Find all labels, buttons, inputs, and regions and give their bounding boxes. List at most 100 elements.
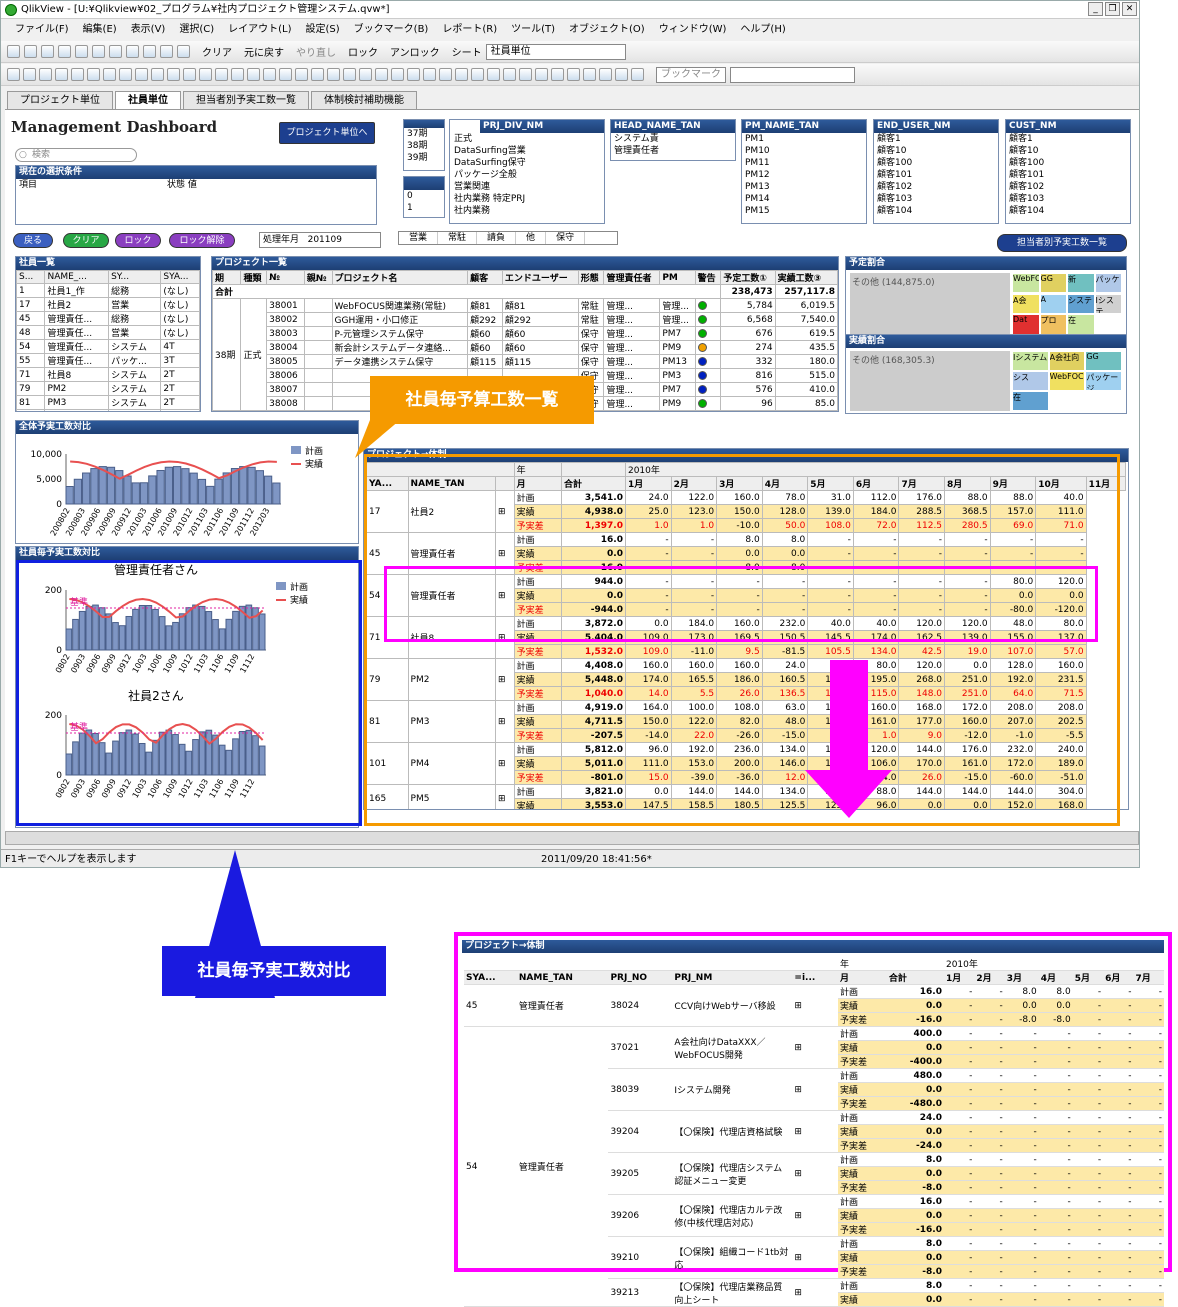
toolbar-icon[interactable] xyxy=(327,68,340,81)
clear-button[interactable]: クリア xyxy=(202,44,232,59)
staff-header-cell[interactable]: NAME_... xyxy=(44,270,110,284)
menu-item[interactable]: 選択(C) xyxy=(179,20,214,40)
toolbar-icon[interactable] xyxy=(119,68,132,81)
pm-name-listbox[interactable]: PM_NAME_TAN PM1 PM10 PM11 PM12 PM13 PM14 PM15 xyxy=(741,119,867,224)
pm-name-item[interactable]: PM1 xyxy=(742,133,866,145)
toolbar-icon[interactable] xyxy=(551,68,564,81)
toolbar-icon[interactable] xyxy=(167,68,180,81)
staff-hours-button[interactable]: 担当者別予実工数一覧 xyxy=(997,234,1127,252)
menu-item[interactable]: 編集(E) xyxy=(83,20,117,40)
horizontal-scrollbar[interactable] xyxy=(5,831,1139,845)
head-name-listbox[interactable]: HEAD_NAME_TAN システム責 管理責任者 xyxy=(610,119,736,161)
project-header-cell[interactable]: 形態 xyxy=(577,270,605,285)
project-header-cell[interactable]: № xyxy=(266,270,305,285)
prj-div-item[interactable]: 社内業務 xyxy=(450,205,604,217)
toolbar-icon[interactable] xyxy=(615,68,628,81)
menu-item[interactable]: 表示(V) xyxy=(131,20,166,40)
project-row[interactable]: 38002 GGH運用・小口修正 顧292 顧292 常駐 管理... 管理... 6,568… xyxy=(213,312,838,327)
restore-button[interactable]: ❐ xyxy=(1105,2,1120,16)
toolbar-icon[interactable] xyxy=(487,68,500,81)
zoom-header-cell[interactable]: PRJ_NO xyxy=(608,970,673,985)
actual-ratio-cell[interactable]: シス xyxy=(1012,371,1049,391)
cust-item[interactable]: 顧客104 xyxy=(1006,205,1130,217)
staff-header-cell[interactable]: SYA... xyxy=(160,270,200,284)
toolbar-icon[interactable] xyxy=(263,68,276,81)
project-row[interactable]: 38005 データ連携システム保守 顧115 顧115 保守 管理... PM13 332 18… xyxy=(213,354,838,369)
toolbar-icon[interactable] xyxy=(23,68,36,81)
staff-row[interactable]: 101PM4システム1T xyxy=(16,409,200,411)
sheet-select[interactable]: 社員単位 xyxy=(485,43,626,60)
expand-icon[interactable]: ⊞ xyxy=(792,1026,832,1069)
actual-other-area[interactable]: その他 (168,305.3) xyxy=(850,351,1010,411)
toolbar-icon[interactable] xyxy=(55,68,68,81)
project-row[interactable]: 38004 新会計システムデータ連絡... 顧60 顧60 保守 管理... PM9 274 4… xyxy=(213,340,838,355)
plan-ratio-cell[interactable]: A xyxy=(1039,293,1067,315)
project-header-cell[interactable]: 種類 xyxy=(240,270,268,285)
expand-icon[interactable]: ⊞ xyxy=(792,1236,832,1279)
expand-icon[interactable]: ⊞ xyxy=(792,1278,832,1307)
pm-name-item[interactable]: PM13 xyxy=(742,181,866,193)
project-header-cell[interactable]: 実績工数③ xyxy=(774,270,838,285)
toolbar-icon[interactable] xyxy=(599,68,612,81)
tab-staff-hours[interactable]: 担当者別予実工数一覧 xyxy=(183,91,309,109)
period-listbox[interactable]: 37期 38期 39期 xyxy=(403,119,445,171)
star-icon[interactable] xyxy=(160,45,173,58)
contract-type-list[interactable]: 営業 常駐 請負他保守 xyxy=(398,231,618,245)
period-item[interactable]: 39期 xyxy=(404,152,444,164)
plan-ratio-cell[interactable]: Dat xyxy=(1012,314,1040,335)
end-user-item[interactable]: 顧客100 xyxy=(874,157,998,169)
contract-type-item[interactable]: 常駐 xyxy=(438,232,478,244)
small-list-item[interactable]: 1 xyxy=(404,202,444,214)
menu-item[interactable]: ヘルプ(H) xyxy=(740,20,785,40)
zoom-row[interactable]: 45 管理責任者 38024 CCV向けWebサーバ移設 ⊞ 計画 16.0- -8.0 8.0… xyxy=(464,984,1164,1027)
zoom-header-cell[interactable]: =i... xyxy=(792,970,832,985)
plan-ratio-cell[interactable]: GG xyxy=(1039,273,1067,294)
cust-listbox[interactable]: CUST_NM 顧客1 顧客10 顧客100 顧客101 顧客102 顧客103 顧客104 xyxy=(1005,119,1131,224)
toolbar-icon[interactable] xyxy=(391,68,404,81)
print-icon[interactable] xyxy=(58,45,71,58)
project-header-cell[interactable]: 期 xyxy=(212,270,242,285)
expand-icon[interactable]: ⊞ xyxy=(792,1110,832,1153)
menu-item[interactable]: ファイル(F) xyxy=(15,20,69,40)
menu-item[interactable]: レイアウト(L) xyxy=(228,20,291,40)
minimize-button[interactable]: _ xyxy=(1088,2,1103,16)
toolbar-icon[interactable] xyxy=(135,68,148,81)
to-project-button[interactable]: プロジェクト単位へ xyxy=(279,122,375,144)
plan-ratio-cell[interactable]: WebFOCU xyxy=(1012,273,1040,294)
plan-ratio-cell[interactable]: システ xyxy=(1067,293,1095,315)
search-input[interactable]: 検索 ○ xyxy=(15,148,137,162)
toolbar-icon[interactable] xyxy=(407,68,420,81)
project-header-cell[interactable]: プロジェクト名 xyxy=(331,270,469,285)
plan-ratio-cell[interactable]: 新 xyxy=(1067,273,1095,294)
unlock-action-button[interactable]: ロック解除 xyxy=(169,233,235,248)
cust-item[interactable]: 顧客103 xyxy=(1006,193,1130,205)
cust-item[interactable]: 顧客100 xyxy=(1006,157,1130,169)
menu-item[interactable]: レポート(R) xyxy=(442,20,497,40)
zoom-header-cell[interactable]: NAME_TAN xyxy=(516,970,609,985)
expand-icon[interactable]: ⊞ xyxy=(792,1194,832,1237)
unlock-button[interactable]: アンロック xyxy=(390,44,440,59)
prj-div-item[interactable]: DataSurfing営業 xyxy=(450,145,604,157)
project-header-cell[interactable]: 予定工数① xyxy=(720,270,776,285)
staff-row[interactable]: 55 管理責任... パッケ... 3T xyxy=(16,353,200,368)
prj-div-item[interactable]: 社内業務 特定PRJ xyxy=(450,193,604,205)
redo-icon[interactable] xyxy=(109,45,122,58)
project-row[interactable]: 38期 正式 38001 WebFOCUS関連業務(常駐) 顧81 顧81 常駐 管理... 管… xyxy=(212,298,838,411)
toolbar-icon[interactable] xyxy=(7,68,20,81)
edit-icon[interactable] xyxy=(75,45,88,58)
actual-ratio-cell[interactable]: A会社向 xyxy=(1048,351,1086,371)
zoom-row[interactable]: 54 管理責任者 37021 A会社向けDataXXX／WebFOCUS開発 ⊞ 計画 40… xyxy=(464,1026,1164,1307)
toolbar-icon[interactable] xyxy=(71,68,84,81)
cust-item[interactable]: 顧客10 xyxy=(1006,145,1130,157)
lock-button[interactable]: ロック xyxy=(348,44,378,59)
toolbar-icon[interactable] xyxy=(215,68,228,81)
staff-row[interactable]: 54 管理責任... システム 4T xyxy=(16,339,200,354)
end-user-item[interactable]: 顧客103 xyxy=(874,193,998,205)
toolbar-icon[interactable] xyxy=(311,68,324,81)
pm-name-item[interactable]: PM11 xyxy=(742,157,866,169)
contract-type-item[interactable]: 保守 xyxy=(546,232,586,244)
toolbar-icon[interactable] xyxy=(503,68,516,81)
staff-row[interactable]: 17 社員2 営業 (なし) xyxy=(16,297,200,312)
prj-div-item[interactable]: 営業関連 xyxy=(450,181,604,193)
pm-name-item[interactable]: PM12 xyxy=(742,169,866,181)
